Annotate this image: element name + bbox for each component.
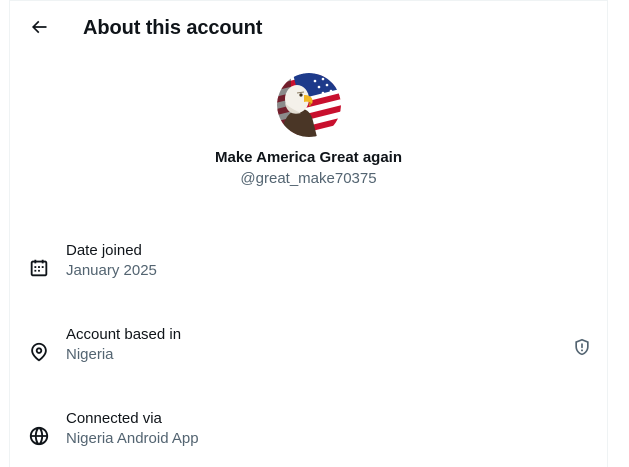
- shield-alert-icon[interactable]: [572, 337, 592, 357]
- connected-via-label: Connected via: [66, 410, 162, 427]
- connected-via-value: Nigeria Android App: [66, 430, 199, 447]
- info-row-date-joined: Date joined January 2025: [10, 241, 607, 301]
- eagle-flag-avatar-image: [277, 73, 341, 137]
- info-row-account-based-in: Account based in Nigeria: [10, 325, 607, 385]
- user-handle: @great_make70375: [240, 170, 377, 187]
- globe-icon: [29, 426, 49, 446]
- avatar[interactable]: [277, 73, 341, 137]
- location-pin-icon: [31, 342, 47, 362]
- page-header: About this account: [10, 1, 607, 57]
- date-joined-value: January 2025: [66, 262, 157, 279]
- page-title: About this account: [83, 17, 263, 39]
- date-joined-label: Date joined: [66, 242, 142, 259]
- about-account-panel: About this account Make America Great ag…: [9, 0, 608, 467]
- info-row-connected-via: Connected via Nigeria Android App: [10, 409, 607, 467]
- arrow-left-icon: [31, 20, 47, 34]
- account-based-in-label: Account based in: [66, 326, 182, 343]
- calendar-icon: [30, 259, 48, 277]
- app-frame: About this account Make America Great ag…: [0, 0, 629, 467]
- display-name: Make America Great again: [214, 149, 403, 166]
- account-based-in-value: Nigeria: [66, 346, 114, 363]
- back-button[interactable]: [22, 10, 56, 44]
